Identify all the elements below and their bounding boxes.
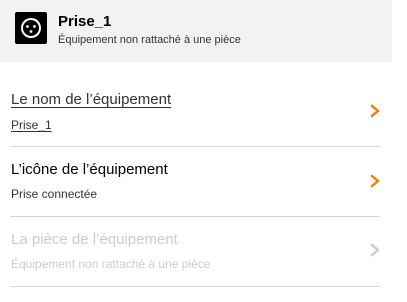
setting-device-icon-label: L’icône de l’équipement [11,161,168,178]
setting-device-room-label: La pièce de l’équipement [11,231,178,248]
device-room-status: Équipement non rattaché à une pièce [58,34,241,46]
setting-device-name[interactable]: Le nom de l’équipement Prise_1 [0,78,392,148]
setting-device-icon-value: Prise connectée [11,187,98,201]
divider [10,286,380,287]
chevron-right-icon[interactable] [369,174,381,188]
device-name-title: Prise_1 [58,13,112,30]
setting-device-room: La pièce de l’équipement Équipement non … [0,217,392,287]
setting-device-room-value: Équipement non rattaché à une pièce [11,257,211,271]
device-header: Prise_1 Équipement non rattaché à une pi… [0,0,392,62]
setting-device-name-value[interactable]: Prise_1 [11,118,52,132]
setting-device-icon[interactable]: L’icône de l’équipement Prise connectée [0,147,392,217]
scrollbar[interactable] [392,0,407,302]
setting-device-name-label[interactable]: Le nom de l’équipement [11,91,171,108]
smart-plug-icon [15,12,47,44]
chevron-right-icon [370,243,380,257]
chevron-right-icon[interactable] [369,104,381,118]
